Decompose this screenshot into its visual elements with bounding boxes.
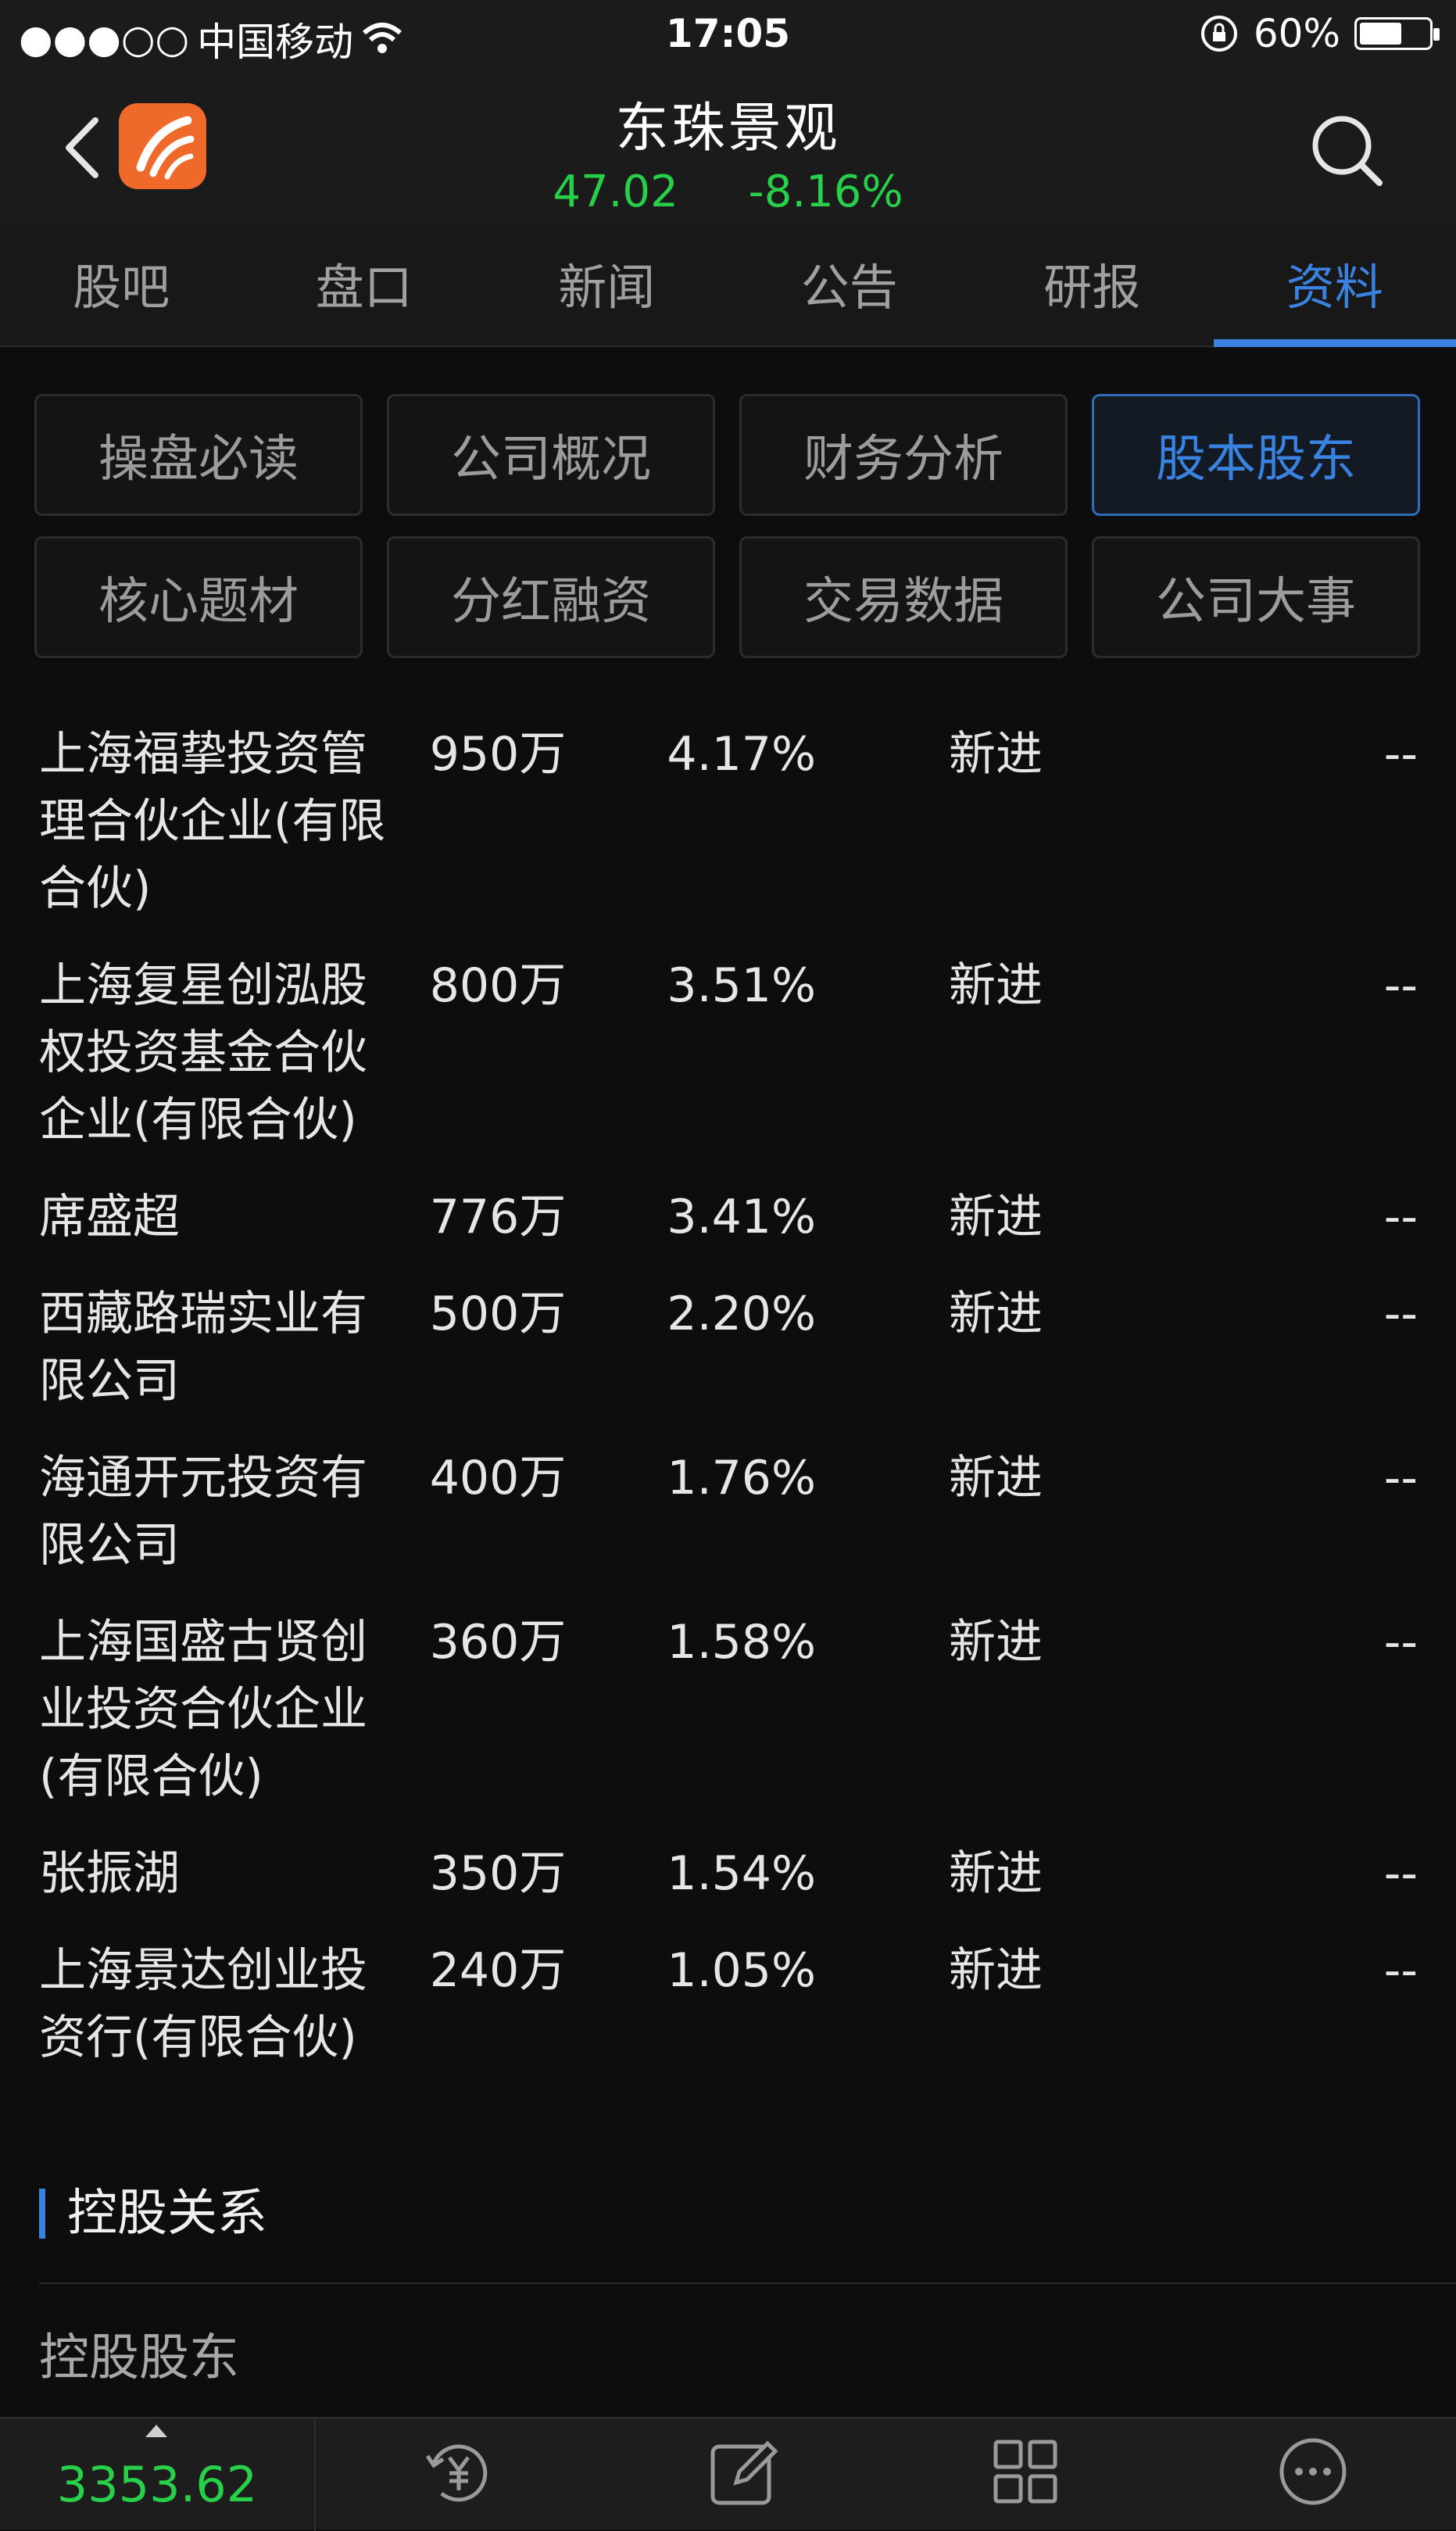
holder-percent: 3.51%: [589, 952, 816, 1154]
holder-change: 新进: [816, 1840, 1043, 1907]
holder-delta: --: [1043, 952, 1422, 1154]
bottom-toolbar: 3353.62: [0, 2417, 1456, 2529]
holder-change: 新进: [816, 1937, 1043, 2071]
grid-menu-icon[interactable]: [986, 2433, 1064, 2511]
table-row: 西藏路瑞实业有限公司 500万 2.20% 新进 --: [39, 1280, 1422, 1415]
battery-icon: [1354, 17, 1433, 50]
market-index-value: 3353.62: [0, 2456, 314, 2513]
subsection-core-themes[interactable]: 核心题材: [34, 536, 363, 658]
holder-delta: --: [1043, 1609, 1422, 1810]
tab-news[interactable]: 新闻: [485, 225, 728, 345]
holder-change: 新进: [816, 1183, 1043, 1251]
controlling-shareholder-label: 控股股东: [39, 2318, 239, 2390]
holder-delta: --: [1043, 1444, 1422, 1579]
holder-shares: 360万: [406, 1609, 589, 1810]
holder-shares: 350万: [406, 1840, 589, 1907]
holder-shares: 240万: [406, 1937, 589, 2071]
shareholder-table: 上海福挚投资管理合伙企业(有限合伙) 950万 4.17% 新进 -- 上海复星…: [39, 721, 1422, 2101]
tab-profile[interactable]: 资料: [1214, 225, 1456, 345]
divider: [39, 2282, 1456, 2284]
status-bar: ●●●○○ 中国移动 17:05 60%: [0, 0, 1456, 72]
table-row: 上海福挚投资管理合伙企业(有限合伙) 950万 4.17% 新进 --: [39, 721, 1422, 922]
subsection-shareholders[interactable]: 股本股东: [1092, 394, 1420, 516]
holder-name: 上海景达创业投资行(有限合伙): [39, 1937, 406, 2071]
holder-change: 新进: [816, 1609, 1043, 1810]
table-row: 上海国盛古贤创业投资合伙企业(有限合伙) 360万 1.58% 新进 --: [39, 1609, 1422, 1810]
holder-percent: 3.41%: [589, 1183, 816, 1251]
more-icon[interactable]: [1274, 2433, 1352, 2511]
holder-percent: 2.20%: [589, 1280, 816, 1415]
holder-percent: 1.05%: [589, 1937, 816, 2071]
main-tabs: 股吧 盘口 新闻 公告 研报 资料: [0, 225, 1456, 347]
holder-name: 海通开元投资有限公司: [39, 1444, 406, 1579]
table-row: 上海景达创业投资行(有限合伙) 240万 1.05% 新进 --: [39, 1937, 1422, 2071]
stock-change-pct: -8.16%: [749, 166, 903, 217]
table-row: 张振湖 350万 1.54% 新进 --: [39, 1840, 1422, 1907]
table-row: 上海复星创泓股权投资基金合伙企业(有限合伙) 800万 3.51% 新进 --: [39, 952, 1422, 1154]
tab-research[interactable]: 研报: [971, 225, 1214, 345]
holder-percent: 4.17%: [589, 721, 816, 922]
holder-change: 新进: [816, 1280, 1043, 1415]
subsection-company-events[interactable]: 公司大事: [1092, 536, 1420, 658]
holder-shares: 400万: [406, 1444, 589, 1579]
holder-name: 张振湖: [39, 1840, 406, 1907]
table-row: 席盛超 776万 3.41% 新进 --: [39, 1183, 1422, 1251]
holder-name: 上海福挚投资管理合伙企业(有限合伙): [39, 721, 406, 922]
tab-guba[interactable]: 股吧: [0, 225, 243, 345]
holder-delta: --: [1043, 1840, 1422, 1907]
subsection-trading-must-read[interactable]: 操盘必读: [34, 394, 363, 516]
market-index-button[interactable]: 3353.62: [0, 2418, 316, 2531]
holder-name: 上海复星创泓股权投资基金合伙企业(有限合伙): [39, 952, 406, 1154]
holder-name: 西藏路瑞实业有限公司: [39, 1280, 406, 1415]
holder-change: 新进: [816, 952, 1043, 1154]
tab-announcements[interactable]: 公告: [728, 225, 971, 345]
tab-pankou[interactable]: 盘口: [243, 225, 486, 345]
stock-quote: 47.02 -8.16%: [0, 166, 1456, 217]
holder-percent: 1.54%: [589, 1840, 816, 1907]
holder-shares: 950万: [406, 721, 589, 922]
rotation-lock-icon: [1199, 13, 1240, 54]
battery-percent: 60%: [1254, 11, 1340, 56]
holder-name: 席盛超: [39, 1183, 406, 1251]
holder-delta: --: [1043, 721, 1422, 922]
holder-shares: 800万: [406, 952, 589, 1154]
expand-up-icon: [145, 2425, 167, 2437]
holder-delta: --: [1043, 1937, 1422, 2071]
stock-name: 东珠景观: [0, 84, 1456, 162]
holder-change: 新进: [816, 1444, 1043, 1579]
holder-delta: --: [1043, 1280, 1422, 1415]
subsection-financial-analysis[interactable]: 财务分析: [739, 394, 1068, 516]
search-icon[interactable]: [1308, 111, 1386, 189]
subsection-company-overview[interactable]: 公司概况: [387, 394, 715, 516]
compose-icon[interactable]: [705, 2433, 783, 2511]
table-row: 海通开元投资有限公司 400万 1.76% 新进 --: [39, 1444, 1422, 1579]
profile-subsections: 操盘必读 公司概况 财务分析 股本股东 核心题材 分红融资 交易数据 公司大事: [34, 394, 1422, 658]
subsection-dividends-financing[interactable]: 分红融资: [387, 536, 715, 658]
holder-percent: 1.58%: [589, 1609, 816, 1810]
subsection-trading-data[interactable]: 交易数据: [739, 536, 1068, 658]
holder-percent: 1.76%: [589, 1444, 816, 1579]
trade-yuan-icon[interactable]: [418, 2433, 496, 2511]
holder-shares: 776万: [406, 1183, 589, 1251]
holder-shares: 500万: [406, 1280, 589, 1415]
section-title-holding-relation: 控股关系: [39, 2189, 267, 2239]
nav-header: 东珠景观 47.02 -8.16%: [0, 72, 1456, 225]
holder-delta: --: [1043, 1183, 1422, 1251]
stock-price: 47.02: [553, 166, 678, 217]
holder-name: 上海国盛古贤创业投资合伙企业(有限合伙): [39, 1609, 406, 1810]
holder-change: 新进: [816, 721, 1043, 922]
